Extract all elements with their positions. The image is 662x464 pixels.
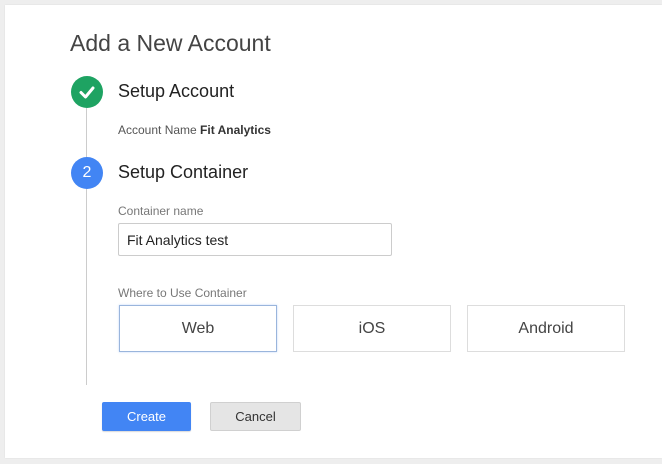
account-name-summary: Account Name Fit Analytics <box>118 123 271 137</box>
step-connector-line <box>86 108 87 385</box>
page-title: Add a New Account <box>70 30 271 56</box>
account-name-value: Fit Analytics <box>200 123 271 137</box>
step-number-badge: 2 <box>71 157 103 189</box>
option-web-button[interactable]: Web <box>119 305 277 352</box>
check-icon <box>79 86 95 99</box>
option-ios-button[interactable]: iOS <box>293 305 451 352</box>
container-name-input[interactable] <box>118 223 392 256</box>
step-complete-check-icon <box>71 76 103 108</box>
step-title-setup-account: Setup Account <box>118 81 235 101</box>
option-android-button[interactable]: Android <box>467 305 625 352</box>
where-to-use-label: Where to Use Container <box>118 286 247 300</box>
create-button[interactable]: Create <box>102 402 191 431</box>
account-name-label: Account Name <box>118 123 197 137</box>
step-title-setup-container: Setup Container <box>118 162 249 182</box>
container-name-label: Container name <box>118 204 204 218</box>
cancel-button[interactable]: Cancel <box>210 402 301 431</box>
